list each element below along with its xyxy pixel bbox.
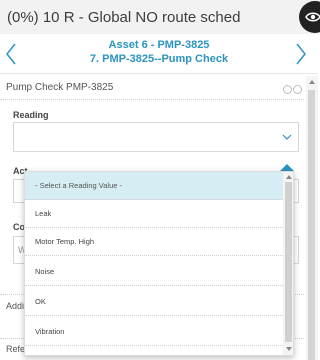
reading-dropdown[interactable]: - Select a Reading Value - Leak Motor Te…	[24, 171, 294, 356]
top-bar: (0%) 10 R - Global NO route sched	[0, 0, 320, 34]
scroll-up-icon[interactable]	[286, 175, 292, 179]
divider	[0, 99, 304, 100]
dropdown-scroll-thumb[interactable]	[285, 182, 292, 342]
dropdown-option[interactable]: Vibration	[25, 318, 283, 346]
reading-select[interactable]	[13, 122, 299, 152]
dropdown-option[interactable]: OK	[25, 288, 283, 316]
options-icon[interactable]	[293, 85, 302, 94]
asset-nav: Asset 6 - PMP-3825 7. PMP-3825--Pump Che…	[0, 34, 318, 74]
view-button[interactable]	[299, 1, 320, 33]
additional-label: Addi	[6, 301, 25, 311]
reading-label: Reading	[13, 110, 49, 120]
page-scrollbar[interactable]	[306, 76, 318, 360]
chevron-down-icon	[282, 134, 292, 140]
route-title: (0%) 10 R - Global NO route sched	[7, 9, 241, 26]
dropdown-option[interactable]: Motor Temp. High	[25, 228, 283, 256]
scroll-thumb[interactable]	[308, 90, 315, 360]
chevron-right-icon[interactable]	[294, 42, 308, 66]
asset-label: Asset 6 - PMP-3825	[108, 39, 210, 51]
dropdown-pointer	[280, 164, 294, 171]
dropdown-scrollbar[interactable]	[283, 172, 293, 355]
task-label: 7. PMP-3825--Pump Check	[89, 53, 229, 65]
section-title: Pump Check PMP-3825	[6, 82, 114, 93]
scroll-down-icon[interactable]	[286, 347, 292, 351]
dropdown-option[interactable]: Leak	[25, 200, 283, 228]
section-actions	[282, 81, 302, 99]
info-icon[interactable]	[283, 85, 292, 94]
eye-icon	[305, 12, 320, 22]
dropdown-option[interactable]: Noise	[25, 258, 283, 286]
dropdown-option[interactable]: - Select a Reading Value -	[25, 172, 283, 200]
scroll-up-icon[interactable]	[309, 80, 315, 84]
